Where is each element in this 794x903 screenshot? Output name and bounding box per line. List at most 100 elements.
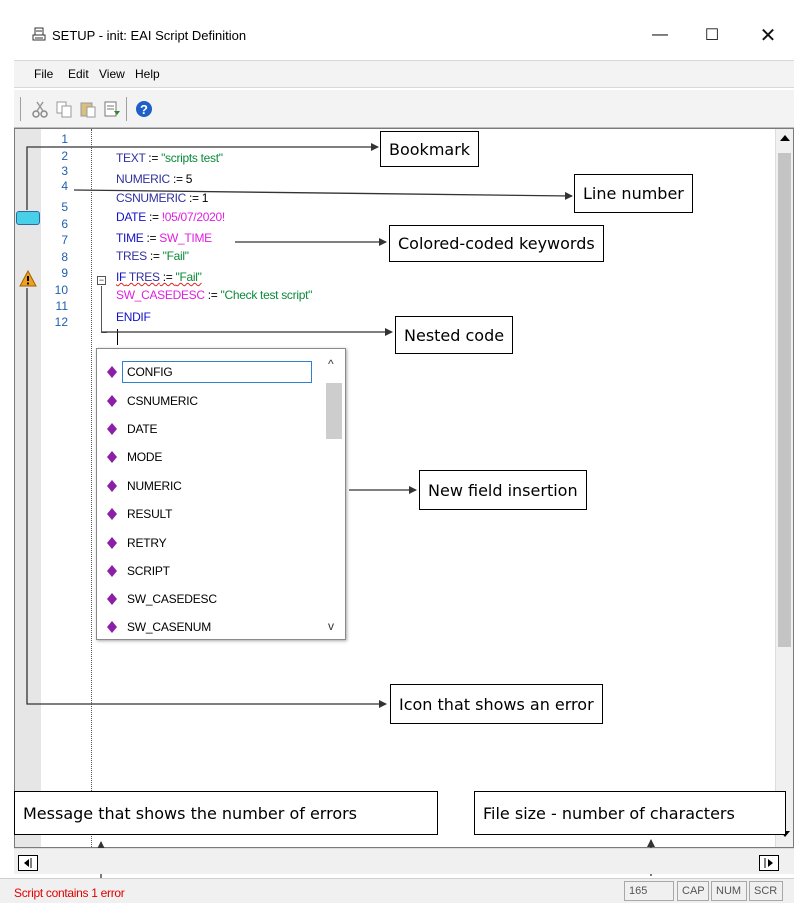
scroll-lock-indicator: SCR — [749, 881, 783, 901]
operator: := — [146, 249, 163, 263]
field-name: TRES — [116, 249, 147, 263]
operator: := — [159, 270, 176, 284]
field-diamond-icon — [107, 537, 117, 549]
autocomplete-item[interactable]: RESULT — [107, 502, 325, 526]
arrow-right-icon — [764, 858, 773, 868]
line-number: 2 — [61, 149, 68, 163]
insert-field-icon[interactable] — [102, 99, 122, 119]
code-line-error[interactable]: IF TRES := "Fail" — [116, 270, 202, 284]
field-diamond-icon — [107, 565, 117, 577]
autocomplete-item[interactable]: CONFIG — [107, 360, 325, 384]
autocomplete-scrollbar[interactable]: ^ v — [325, 351, 343, 637]
callout-colored-keywords: Colored-coded keywords — [389, 225, 604, 262]
chevron-down-icon[interactable]: v — [328, 619, 334, 633]
code-line[interactable]: TEXT := "scripts test" — [116, 151, 223, 165]
close-button[interactable]: ✕ — [748, 20, 788, 50]
vertical-scroll-thumb[interactable] — [778, 153, 791, 647]
fold-toggle[interactable]: − — [97, 276, 106, 285]
line-number: 7 — [61, 233, 68, 247]
char-count: 165 — [624, 881, 674, 901]
scroll-right-button[interactable] — [759, 855, 779, 871]
autocomplete-scroll-thumb[interactable] — [326, 383, 342, 439]
code-line[interactable]: ENDIF — [116, 310, 151, 324]
line-number: 5 — [61, 200, 68, 214]
field-diamond-icon — [107, 451, 117, 463]
autocomplete-item[interactable]: MODE — [107, 445, 325, 469]
string-literal: "Fail" — [162, 249, 189, 263]
vertical-scrollbar[interactable] — [775, 129, 793, 847]
window-title: SETUP - init: EAI Script Definition — [52, 28, 247, 43]
menu-view[interactable]: View — [99, 67, 125, 81]
line-number: 12 — [54, 315, 68, 329]
code-line[interactable]: SW_CASEDESC := "Check test script" — [116, 288, 312, 302]
copy-icon[interactable] — [54, 99, 74, 119]
help-icon[interactable]: ? — [134, 99, 154, 119]
callout-nested-code: Nested code — [395, 316, 514, 354]
autocomplete-item[interactable]: SW_CASENUM — [107, 615, 325, 639]
maximize-button[interactable]: ☐ — [692, 20, 732, 50]
code-line[interactable]: TRES := "Fail" — [116, 249, 189, 263]
field-name: DATE — [116, 210, 146, 224]
field-name: TEXT — [116, 151, 146, 165]
arrow-left-icon — [24, 858, 32, 868]
autocomplete-item-label: DATE — [127, 422, 158, 436]
operator: := — [143, 231, 160, 245]
svg-text:?: ? — [140, 102, 148, 117]
callout-new-field: New field insertion — [419, 470, 587, 510]
autocomplete-item-label: NUMERIC — [127, 479, 182, 493]
autocomplete-item-label: MODE — [127, 450, 163, 464]
autocomplete-item-label: CONFIG — [122, 361, 312, 383]
field-name: CSNUMERIC — [116, 191, 186, 205]
fold-guide — [101, 286, 102, 332]
line-number: 9 — [61, 266, 68, 280]
menu-file[interactable]: File — [34, 67, 53, 81]
system-field: SW_CASEDESC — [116, 288, 205, 302]
code-line[interactable]: DATE := !05/07/2020! — [116, 210, 225, 224]
cut-icon[interactable] — [30, 99, 50, 119]
code-line[interactable]: TIME := SW_TIME — [116, 231, 212, 245]
scroll-left-button[interactable] — [18, 855, 38, 871]
autocomplete-item[interactable]: DATE — [107, 417, 325, 441]
fold-guide-end — [101, 332, 107, 333]
code-line[interactable]: NUMERIC := 5 — [116, 172, 192, 186]
operator: := — [204, 288, 221, 302]
menu-help[interactable]: Help — [135, 67, 160, 81]
operator: := 5 — [169, 172, 193, 186]
string-literal: "Check test script" — [220, 288, 313, 302]
editor-gutter[interactable] — [15, 129, 41, 847]
caps-lock-indicator: CAP — [677, 881, 709, 901]
autocomplete-item[interactable]: RETRY — [107, 531, 325, 555]
autocomplete-item[interactable]: SCRIPT — [107, 559, 325, 583]
callout-line-number: Line number — [574, 174, 693, 213]
chevron-up-icon[interactable]: ^ — [328, 357, 334, 371]
scroll-up-icon[interactable] — [780, 135, 790, 141]
line-number: 3 — [61, 164, 68, 178]
paste-icon[interactable] — [78, 99, 98, 119]
line-number: 6 — [61, 217, 68, 231]
code-line[interactable]: CSNUMERIC := 1 — [116, 191, 208, 205]
operator: := — [145, 210, 162, 224]
string-literal: "scripts test" — [161, 151, 223, 165]
autocomplete-item[interactable]: CSNUMERIC — [107, 389, 325, 413]
autocomplete-item-label: CSNUMERIC — [127, 394, 198, 408]
num-lock-indicator: NUM — [711, 881, 747, 901]
autocomplete-item[interactable]: SW_CASEDESC — [107, 587, 325, 611]
error-warning-icon[interactable] — [19, 270, 37, 288]
toolbar: ? — [14, 90, 794, 128]
minimize-button[interactable]: — — [640, 20, 680, 50]
field-diamond-icon — [107, 508, 117, 520]
field-diamond-icon — [107, 395, 117, 407]
autocomplete-item[interactable]: NUMERIC — [107, 474, 325, 498]
field-diamond-icon — [107, 423, 117, 435]
text-cursor — [117, 329, 118, 345]
toolbar-separator — [126, 97, 127, 121]
horizontal-scrollbar[interactable] — [14, 848, 794, 874]
menu-edit[interactable]: Edit — [68, 67, 89, 81]
line-number: 10 — [54, 283, 68, 297]
bookmark-icon[interactable] — [16, 211, 40, 225]
field-diamond-icon — [107, 366, 117, 378]
line-number: 1 — [61, 132, 68, 146]
toolbar-separator — [20, 97, 21, 121]
callout-file-size: File size - number of characters — [474, 791, 786, 835]
field-autocomplete-list[interactable]: CONFIG CSNUMERIC DATE MODE NUMERIC RESUL… — [96, 348, 346, 640]
